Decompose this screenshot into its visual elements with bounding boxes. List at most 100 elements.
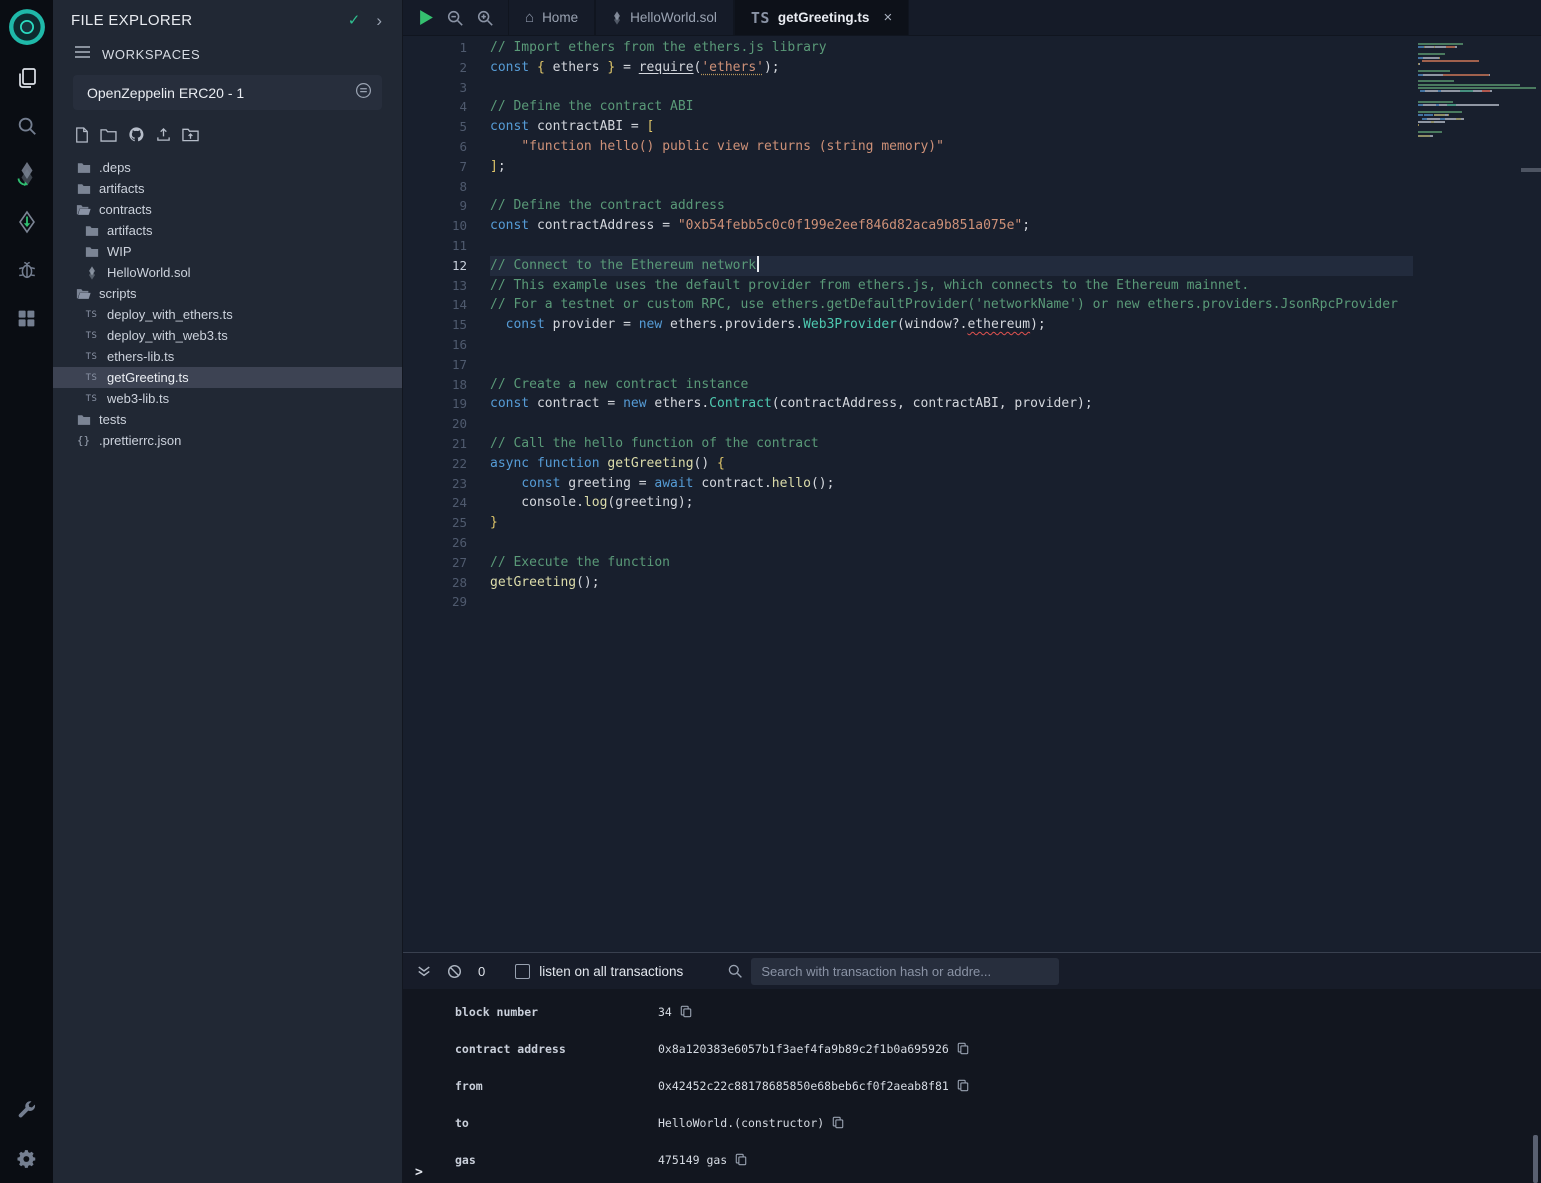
file-tree-item-deploy-with-web3-ts[interactable]: TSdeploy_with_web3.ts — [53, 325, 402, 346]
listen-all-transactions-checkbox[interactable] — [515, 964, 530, 979]
code-line-1[interactable]: // Import ethers from the ethers.js libr… — [490, 38, 1413, 58]
tab-helloworld-sol[interactable]: HelloWorld.sol — [595, 0, 734, 35]
editor-region: ⌂ Home HelloWorld.sol TS getGreeting.ts … — [403, 0, 1541, 1183]
clear-console-icon[interactable] — [447, 964, 462, 979]
code-line-16[interactable] — [490, 335, 1413, 355]
file-tree-item-wip[interactable]: WIP — [53, 241, 402, 262]
zoom-in-icon[interactable] — [476, 9, 494, 27]
code-line-13[interactable]: // This example uses the default provide… — [490, 276, 1413, 296]
code-line-26[interactable] — [490, 533, 1413, 553]
code-line-19[interactable]: const contract = new ethers.Contract(con… — [490, 394, 1413, 414]
github-icon[interactable] — [128, 126, 145, 143]
code-line-23[interactable]: const greeting = await contract.hello(); — [490, 474, 1413, 494]
code-line-2[interactable]: const { ethers } = require('ethers'); — [490, 58, 1413, 78]
file-tree-item-ethers-lib-ts[interactable]: TSethers-lib.ts — [53, 346, 402, 367]
file-tree-item-tests[interactable]: tests — [53, 409, 402, 430]
upload-file-icon[interactable] — [156, 127, 171, 142]
tools-icon[interactable] — [0, 1087, 53, 1135]
file-tree-item--deps[interactable]: .deps — [53, 157, 402, 178]
code-line-21[interactable]: // Call the hello function of the contra… — [490, 434, 1413, 454]
code-line-3[interactable] — [490, 78, 1413, 98]
collapse-terminal-icon[interactable] — [417, 964, 431, 978]
code-line-14[interactable]: // For a testnet or custom RPC, use ethe… — [490, 295, 1413, 315]
upload-folder-icon[interactable] — [182, 127, 199, 142]
file-tree-item-helloworld-sol[interactable]: HelloWorld.sol — [53, 262, 402, 283]
code-line-6[interactable]: "function hello() public view returns (s… — [490, 137, 1413, 157]
file-tree-item--prettierrc-json[interactable]: {}.prettierrc.json — [53, 430, 402, 451]
code-line-10[interactable]: const contractAddress = "0xb54febb5c0c0f… — [490, 216, 1413, 236]
new-folder-icon[interactable] — [100, 128, 117, 142]
typescript-file-icon: TS — [83, 331, 100, 341]
code-line-9[interactable]: // Define the contract address — [490, 196, 1413, 216]
code-line-18[interactable]: // Create a new contract instance — [490, 375, 1413, 395]
file-explorer-icon[interactable] — [0, 54, 53, 102]
terminal-prompt[interactable]: > — [415, 1165, 423, 1180]
code-line-28[interactable]: getGreeting(); — [490, 573, 1413, 593]
code-token: greeting = — [560, 476, 654, 491]
search-icon[interactable] — [0, 102, 53, 150]
close-tab-icon[interactable]: × — [883, 9, 892, 26]
terminal-rows: block number34contract address0x8a120383… — [403, 989, 1541, 1178]
copy-icon[interactable] — [680, 1005, 692, 1018]
terminal-search-input[interactable] — [751, 958, 1059, 985]
code-line-8[interactable] — [490, 177, 1413, 197]
file-tree-item-scripts[interactable]: scripts — [53, 283, 402, 304]
code-line-29[interactable] — [490, 592, 1413, 612]
copy-icon[interactable] — [957, 1042, 969, 1055]
code-line-24[interactable]: console.log(greeting); — [490, 493, 1413, 513]
copy-icon[interactable] — [957, 1079, 969, 1092]
workspace-select[interactable]: OpenZeppelin ERC20 - 1 — [73, 75, 382, 110]
zoom-out-icon[interactable] — [446, 9, 464, 27]
accept-check-icon[interactable]: ✓ — [348, 11, 361, 29]
editor-scrollbar-indicator[interactable] — [1521, 168, 1541, 172]
minimap[interactable] — [1418, 43, 1536, 141]
tab-home[interactable]: ⌂ Home — [508, 0, 595, 35]
code-token: = — [615, 60, 638, 75]
code-token: new — [639, 317, 662, 332]
chevron-right-icon[interactable]: › — [376, 12, 382, 29]
file-tree-item-artifacts[interactable]: artifacts — [53, 220, 402, 241]
run-script-button[interactable] — [419, 9, 434, 26]
workspace-options-icon[interactable] — [355, 82, 372, 104]
file-tree-item-contracts[interactable]: contracts — [53, 199, 402, 220]
code-line-25[interactable]: } — [490, 513, 1413, 533]
code-line-15[interactable]: const provider = new ethers.providers.We… — [490, 315, 1413, 335]
code-token: new — [623, 396, 646, 411]
code-token: await — [654, 476, 693, 491]
code-line-17[interactable] — [490, 355, 1413, 375]
line-number: 28 — [403, 573, 467, 593]
code-line-22[interactable]: async function getGreeting() { — [490, 454, 1413, 474]
file-tree-item-deploy-with-ethers-ts[interactable]: TSdeploy_with_ethers.ts — [53, 304, 402, 325]
deploy-and-run-icon[interactable] — [0, 198, 53, 246]
code-line-12[interactable]: // Connect to the Ethereum network — [490, 256, 1413, 276]
code-editor[interactable]: 1234567891011121314151617181920212223242… — [403, 36, 1541, 952]
copy-icon[interactable] — [735, 1153, 747, 1166]
debugger-icon[interactable] — [0, 246, 53, 294]
workspaces-label: WORKSPACES — [102, 47, 200, 62]
line-number: 7 — [403, 157, 467, 177]
plugin-manager-icon[interactable] — [0, 294, 53, 342]
code-line-5[interactable]: const contractABI = [ — [490, 117, 1413, 137]
file-tree-item-artifacts[interactable]: artifacts — [53, 178, 402, 199]
code-line-27[interactable]: // Execute the function — [490, 553, 1413, 573]
code-token: ); — [764, 60, 780, 75]
editor-tab-bar: ⌂ Home HelloWorld.sol TS getGreeting.ts … — [403, 0, 1541, 36]
solidity-compiler-icon[interactable] — [0, 150, 53, 198]
file-tree-item-getgreeting-ts[interactable]: TSgetGreeting.ts — [53, 367, 402, 388]
remix-logo[interactable] — [0, 0, 53, 54]
tab-getgreeting-ts[interactable]: TS getGreeting.ts × — [734, 0, 909, 35]
hamburger-menu-icon[interactable] — [75, 45, 90, 63]
new-file-icon[interactable] — [75, 127, 89, 143]
code-line-4[interactable]: // Define the contract ABI — [490, 97, 1413, 117]
file-tree-item-web3-lib-ts[interactable]: TSweb3-lib.ts — [53, 388, 402, 409]
code-token: log — [584, 495, 607, 510]
code-area[interactable]: // Import ethers from the ethers.js libr… — [490, 38, 1413, 612]
copy-icon[interactable] — [832, 1116, 844, 1129]
code-token: getGreeting — [607, 456, 693, 471]
code-line-11[interactable] — [490, 236, 1413, 256]
settings-gear-icon[interactable] — [0, 1135, 53, 1183]
file-name: deploy_with_ethers.ts — [107, 307, 233, 322]
code-line-20[interactable] — [490, 414, 1413, 434]
code-line-7[interactable]: ]; — [490, 157, 1413, 177]
terminal-scrollbar[interactable] — [1533, 1135, 1538, 1183]
